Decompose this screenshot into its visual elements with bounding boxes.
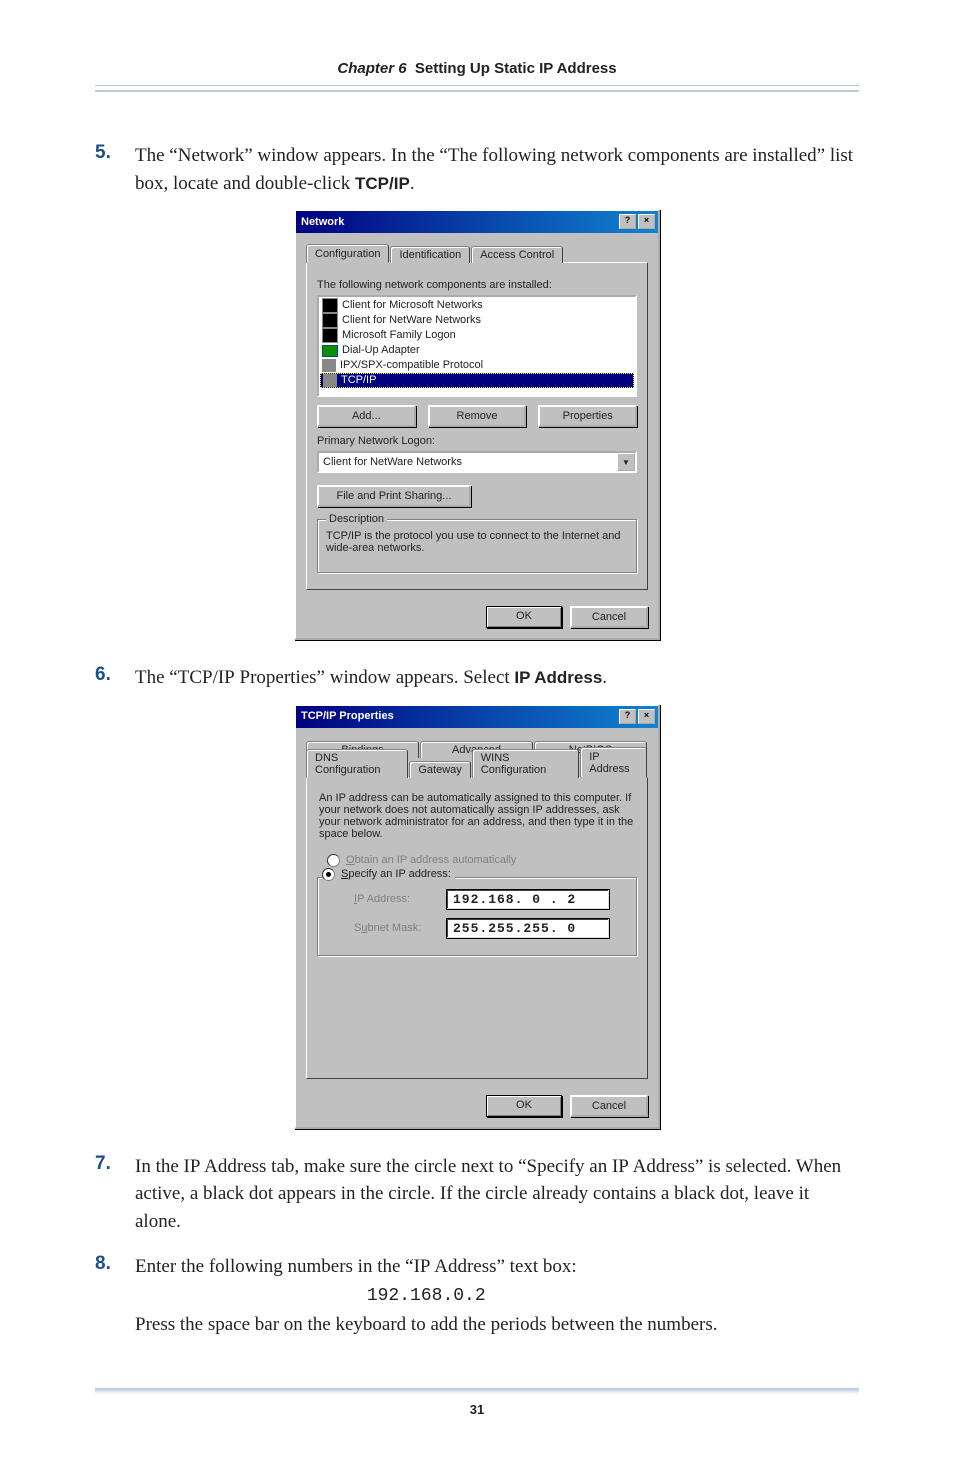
help-icon[interactable]: ? <box>619 709 636 724</box>
tabstrip: Configuration Identification Access Cont… <box>306 241 648 262</box>
step-text: In the IP Address tab, make sure the cir… <box>135 1153 859 1236</box>
window-title: TCP/IP Properties <box>301 710 394 722</box>
tab-dns[interactable]: DNS Configuration <box>306 749 408 778</box>
step-text: Enter the following numbers in the “IP A… <box>135 1253 718 1338</box>
tab-identification[interactable]: Identification <box>390 246 470 263</box>
page-footer: 31 <box>95 1388 859 1417</box>
file-print-sharing-button[interactable]: File and Print Sharing... <box>317 485 471 507</box>
remove-button[interactable]: Remove <box>428 405 527 427</box>
tabstrip-row2: DNS Configuration Gateway WINS Configura… <box>306 756 648 777</box>
chapter-header: Chapter 6 Setting Up Static IP Address <box>95 60 859 85</box>
dropdown-value: Client for NetWare Networks <box>319 456 617 468</box>
list-item[interactable]: IPX/SPX-compatible Protocol <box>320 358 634 373</box>
step-number: 6. <box>95 664 135 692</box>
step-text: The “Network” window appears. In the “Th… <box>135 142 859 197</box>
specify-ip-group: Specify an IP address: IP Address: 192.1… <box>317 877 637 956</box>
ip-address-input[interactable]: 192.168. 0 . 2 <box>446 889 610 910</box>
chapter-title: Setting Up Static IP Address <box>415 60 617 77</box>
description-text: TCP/IP is the protocol you use to connec… <box>326 530 628 564</box>
titlebar[interactable]: Network ? × <box>296 211 658 233</box>
radio-specify-ip[interactable]: Specify an IP address: <box>322 868 455 881</box>
add-button[interactable]: Add... <box>317 405 416 427</box>
close-icon[interactable]: × <box>638 709 655 724</box>
components-listbox[interactable]: Client for Microsoft Networks Client for… <box>317 295 637 397</box>
close-icon[interactable]: × <box>638 214 655 229</box>
list-item[interactable]: Microsoft Family Logon <box>320 328 634 343</box>
components-label: The following network components are ins… <box>317 279 637 291</box>
subnet-mask-input[interactable]: 255.255.255. 0 <box>446 918 610 939</box>
tab-panel: An IP address can be automatically assig… <box>306 777 648 1079</box>
footer-divider <box>95 1388 859 1394</box>
tcpip-properties-dialog: TCP/IP Properties ? × Bindings Advanced … <box>294 704 660 1129</box>
code-ip: 192.168.0.2 <box>135 1283 718 1309</box>
primary-logon-label: Primary Network Logon: <box>317 435 637 447</box>
properties-button[interactable]: Properties <box>538 405 637 427</box>
step-number: 5. <box>95 142 135 197</box>
description-group: Description TCP/IP is the protocol you u… <box>317 519 637 573</box>
ok-button[interactable]: OK <box>486 606 562 628</box>
step-text: The “TCP/IP Properties” window appears. … <box>135 664 607 692</box>
tab-panel: The following network components are ins… <box>306 262 648 590</box>
tab-configuration[interactable]: Configuration <box>306 244 389 263</box>
tab-ip-address[interactable]: IP Address <box>580 747 647 778</box>
radio-icon <box>327 854 340 867</box>
ok-button[interactable]: OK <box>486 1095 562 1117</box>
step-8: 8. Enter the following numbers in the “I… <box>95 1253 859 1338</box>
tab-wins[interactable]: WINS Configuration <box>472 749 579 778</box>
network-dialog: Network ? × Configuration Identification… <box>294 209 660 640</box>
list-item-selected[interactable]: TCP/IP <box>320 373 634 388</box>
group-legend: Description <box>326 513 387 525</box>
list-item[interactable]: Client for NetWare Networks <box>320 313 634 328</box>
list-item[interactable]: Dial-Up Adapter <box>320 343 634 358</box>
titlebar[interactable]: TCP/IP Properties ? × <box>296 706 658 728</box>
tab-gateway[interactable]: Gateway <box>409 761 470 778</box>
page-number: 31 <box>95 1402 859 1417</box>
chevron-down-icon[interactable]: ▼ <box>617 453 635 471</box>
step-5: 5. The “Network” window appears. In the … <box>95 142 859 197</box>
tab-access-control[interactable]: Access Control <box>471 246 563 263</box>
step-6: 6. The “TCP/IP Properties” window appear… <box>95 664 859 692</box>
adapter-icon <box>322 345 338 357</box>
client-icon <box>322 313 338 328</box>
ip-blurb: An IP address can be automatically assig… <box>319 792 635 840</box>
radio-obtain-auto[interactable]: Obtain an IP address automatically <box>327 854 637 867</box>
chapter-number: Chapter 6 <box>337 60 406 77</box>
client-icon <box>322 298 338 313</box>
protocol-icon <box>322 359 336 372</box>
header-divider <box>95 85 859 92</box>
cancel-button[interactable]: Cancel <box>570 606 648 628</box>
list-item[interactable]: Client for Microsoft Networks <box>320 298 634 313</box>
cancel-button[interactable]: Cancel <box>570 1095 648 1117</box>
radio-icon <box>322 868 335 881</box>
step-number: 8. <box>95 1253 135 1338</box>
window-title: Network <box>301 216 344 228</box>
help-icon[interactable]: ? <box>619 214 636 229</box>
step-number: 7. <box>95 1153 135 1236</box>
ip-address-label: IP Address: <box>354 893 434 905</box>
step-7: 7. In the IP Address tab, make sure the … <box>95 1153 859 1236</box>
protocol-icon <box>323 374 337 387</box>
primary-logon-dropdown[interactable]: Client for NetWare Networks ▼ <box>317 451 637 473</box>
subnet-mask-label: Subnet Mask: <box>354 922 434 934</box>
client-icon <box>322 328 338 343</box>
